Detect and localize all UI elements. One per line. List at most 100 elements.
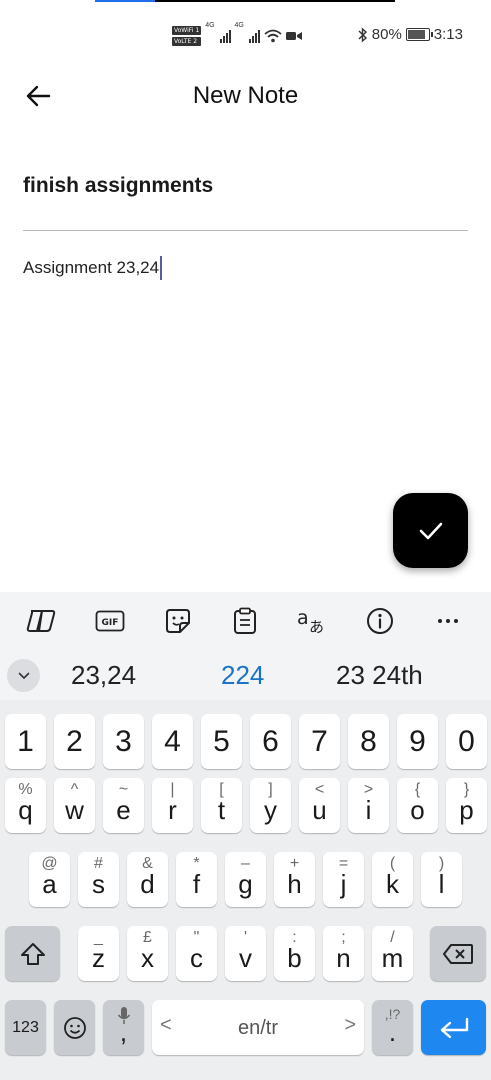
translate-icon[interactable]: aあ <box>292 602 332 640</box>
backspace-key[interactable] <box>430 926 486 981</box>
note-body-input[interactable]: Assignment 23,24 <box>23 256 163 280</box>
key-v[interactable]: ' v <box>225 926 266 981</box>
bluetooth-icon <box>358 26 367 43</box>
key-b[interactable]: :b <box>274 926 315 981</box>
key-x[interactable]: £ x <box>127 926 168 981</box>
key-2[interactable]: 2 <box>54 714 95 769</box>
key-label: s <box>92 869 105 899</box>
key-j[interactable]: = j <box>323 852 364 907</box>
suggestion-3[interactable]: 23 24th <box>336 660 423 691</box>
save-note-button[interactable] <box>393 493 468 568</box>
key-label: 4 <box>164 725 181 758</box>
key-a[interactable]: @ a <box>29 852 70 907</box>
net2-label: 4G <box>234 22 244 29</box>
key-w[interactable]: ^ w <box>54 778 95 833</box>
key-z[interactable]: _ z <box>78 926 119 981</box>
emoji-icon <box>63 1016 86 1039</box>
text-cursor <box>160 256 163 280</box>
enter-key[interactable] <box>421 1000 486 1055</box>
keyboard: GIF aあ 23,24 224 23 24th 1 2 3 4 5 6 7 8 9 0% q ^ w ~… <box>0 592 491 1080</box>
key-p[interactable]: } p <box>446 778 487 833</box>
key-q[interactable]: % q <box>5 778 46 833</box>
key-e[interactable]: ~ e <box>103 778 144 833</box>
key-label: m <box>381 943 404 973</box>
shift-icon <box>20 942 45 965</box>
key-label: 1 <box>17 725 34 758</box>
key-label: k <box>386 869 399 899</box>
key-f[interactable]: * f <box>176 852 217 907</box>
collapse-keyboard-button[interactable] <box>7 659 40 692</box>
key-d[interactable]: & d <box>127 852 168 907</box>
copilot-icon[interactable] <box>22 602 62 640</box>
sim2-badge: VoLTE 2 <box>172 37 202 46</box>
key-o[interactable]: {o <box>397 778 438 833</box>
app-header: New Note <box>0 70 491 122</box>
key-label: 5 <box>213 725 230 758</box>
key-h[interactable]: + h <box>274 852 315 907</box>
key-label: i <box>365 795 372 825</box>
key-label: t <box>217 795 226 825</box>
status-right: 80% 3:13 <box>358 26 463 43</box>
key-9[interactable]: 9 <box>397 714 438 769</box>
enter-icon <box>440 1017 468 1038</box>
key-label: q <box>18 795 33 825</box>
clipboard-icon[interactable] <box>225 602 265 640</box>
key-label: v <box>239 943 252 973</box>
emoji-key[interactable] <box>54 1000 95 1055</box>
key-label: d <box>140 869 155 899</box>
info-icon[interactable] <box>360 602 400 640</box>
key-5[interactable]: 5 <box>201 714 242 769</box>
key-label: f <box>192 869 201 899</box>
key-k[interactable]: (k <box>372 852 413 907</box>
battery-percent: 80% <box>371 26 402 43</box>
key-label: j <box>340 869 347 899</box>
clock: 3:13 <box>433 26 463 43</box>
key-y[interactable]: ] y <box>250 778 291 833</box>
svg-text:あ: あ <box>309 618 324 635</box>
svg-text:GIF: GIF <box>102 618 119 628</box>
key-l[interactable]: ) l <box>421 852 462 907</box>
gif-icon[interactable]: GIF <box>90 602 130 640</box>
key-6[interactable]: 6 <box>250 714 291 769</box>
key-label: b <box>287 943 302 973</box>
key-g[interactable]: – g <box>225 852 266 907</box>
key-s[interactable]: # s <box>78 852 119 907</box>
key-label: p <box>459 795 474 825</box>
key-u[interactable]: < u <box>299 778 340 833</box>
more-icon[interactable] <box>428 602 468 640</box>
key-4[interactable]: 4 <box>152 714 193 769</box>
key-label: r <box>168 795 177 825</box>
shift-key[interactable] <box>5 926 60 981</box>
key-c[interactable]: " c <box>176 926 217 981</box>
sticker-icon[interactable] <box>158 602 198 640</box>
key-3[interactable]: 3 <box>103 714 144 769</box>
suggestion-1[interactable]: 23,24 <box>71 660 136 691</box>
note-body-text: Assignment 23,24 <box>23 258 160 277</box>
wifi-icon <box>264 29 282 43</box>
comma-key-label: , <box>119 1017 128 1047</box>
suggestion-2[interactable]: 224 <box>221 660 264 691</box>
key-label: 2 <box>66 725 83 758</box>
key-r[interactable]: | r <box>152 778 193 833</box>
key-m[interactable]: / m <box>372 926 413 981</box>
key-7[interactable]: 7 <box>299 714 340 769</box>
key-0[interactable]: 0 <box>446 714 487 769</box>
note-title-input[interactable]: finish assignments <box>23 174 213 198</box>
key-n[interactable]: ; n <box>323 926 364 981</box>
key-label: u <box>312 795 327 825</box>
key-1[interactable]: 1 <box>5 714 46 769</box>
key-8[interactable]: 8 <box>348 714 389 769</box>
comma-key[interactable]: , <box>103 1000 144 1055</box>
period-key[interactable]: ,!? . <box>372 1000 413 1055</box>
backspace-icon <box>443 943 473 964</box>
key-label: e <box>116 795 131 825</box>
divider <box>23 230 468 231</box>
symbols-key[interactable]: 123 <box>5 1000 46 1055</box>
keyboard-toolbar: GIF aあ <box>0 592 491 650</box>
suggestion-bar: 23,24 224 23 24th <box>0 650 491 700</box>
key-i[interactable]: > i <box>348 778 389 833</box>
space-key[interactable]: < en/tr > <box>152 1000 364 1055</box>
space-right-hint: > <box>344 1014 356 1036</box>
key-t[interactable]: [t <box>201 778 242 833</box>
key-label: x <box>141 943 154 973</box>
